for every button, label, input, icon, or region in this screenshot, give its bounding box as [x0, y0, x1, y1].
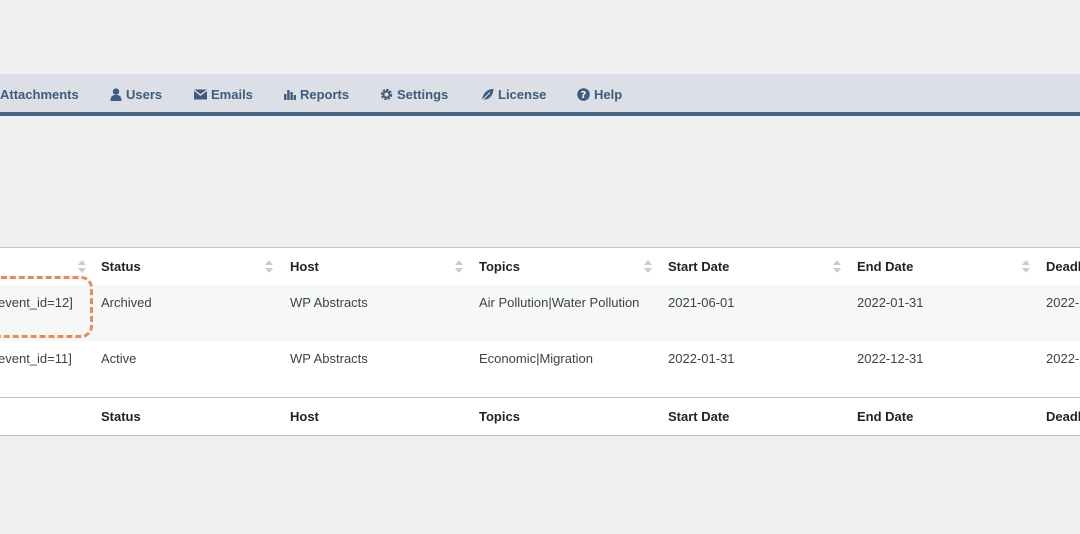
bar-chart-icon: [284, 88, 296, 100]
topics-cell: Air Pollution|Water Pollution: [479, 295, 640, 310]
table-row: event_id=11] Active WP Abstracts Economi…: [0, 341, 1080, 397]
nav-emails[interactable]: Emails: [194, 85, 253, 103]
nav-attachments[interactable]: Attachments: [0, 85, 79, 103]
table-header-row: Status Host Topics Start Date End Date D…: [0, 248, 1080, 286]
topics-cell: Economic|Migration: [479, 351, 593, 366]
status-cell: Active: [101, 351, 137, 366]
col-start-date-footer: Start Date: [668, 409, 730, 424]
start-date-cell: 2022-01-31: [668, 351, 735, 366]
shortcode-cell: event_id=11]: [0, 351, 72, 366]
envelope-icon: [194, 88, 207, 100]
nav-reports[interactable]: Reports: [284, 85, 349, 103]
end-date-cell: 2022-12-31: [857, 351, 924, 366]
col-topics-footer: Topics: [479, 409, 520, 424]
host-cell: WP Abstracts: [290, 351, 368, 366]
start-date-cell: 2021-06-01: [668, 295, 735, 310]
col-deadline-header[interactable]: Deadl: [1046, 259, 1080, 274]
question-circle-icon: ?: [577, 87, 590, 101]
nav-users-label: Users: [126, 86, 163, 102]
page: Attachments Users Emails Reports Setting…: [0, 0, 1080, 534]
host-cell: WP Abstracts: [290, 295, 368, 310]
admin-nav-bar: Attachments Users Emails Reports Setting…: [0, 74, 1080, 116]
nav-help-label: Help: [594, 86, 623, 102]
nav-settings[interactable]: Settings: [380, 85, 448, 103]
gear-icon: [380, 88, 393, 101]
col-topics-header[interactable]: Topics: [479, 259, 520, 274]
nav-emails-label: Emails: [211, 86, 253, 102]
col-host-footer: Host: [290, 409, 319, 424]
col-end-date-footer: End Date: [857, 409, 914, 424]
nav-license-label: License: [498, 86, 547, 102]
svg-text:?: ?: [581, 90, 587, 101]
col-start-date-header[interactable]: Start Date: [668, 259, 729, 274]
events-table: Status Host Topics Start Date End Date D…: [0, 247, 1080, 436]
nav-help[interactable]: ? Help: [577, 85, 622, 103]
col-end-date-header[interactable]: End Date: [857, 259, 913, 274]
sort-icon[interactable]: [265, 260, 273, 274]
end-date-cell: 2022-01-31: [857, 295, 924, 310]
deadline-cell: 2022-: [1046, 295, 1080, 310]
user-icon: [110, 87, 122, 101]
nav-license[interactable]: License: [481, 85, 546, 103]
sort-icon[interactable]: [455, 260, 463, 274]
nav-settings-label: Settings: [397, 86, 449, 102]
nav-users[interactable]: Users: [110, 85, 162, 103]
shortcode-cell: event_id=12]: [0, 295, 73, 310]
sort-icon[interactable]: [644, 260, 652, 274]
sort-icon[interactable]: [1022, 260, 1030, 274]
nav-attachments-label: Attachments: [0, 86, 79, 102]
col-status-footer: Status: [101, 409, 141, 424]
nav-reports-label: Reports: [300, 86, 350, 102]
status-cell: Archived: [101, 295, 152, 310]
sort-icon[interactable]: [78, 260, 86, 274]
col-status-header[interactable]: Status: [101, 259, 141, 274]
table-footer-row: Status Host Topics Start Date End Date D…: [0, 397, 1080, 435]
deadline-cell: 2022-: [1046, 351, 1080, 366]
col-host-header[interactable]: Host: [290, 259, 319, 274]
leaf-icon: [481, 88, 494, 101]
table-row: event_id=12] Archived WP Abstracts Air P…: [0, 285, 1080, 341]
col-deadline-footer: Deadl: [1046, 409, 1080, 424]
sort-icon[interactable]: [833, 260, 841, 274]
